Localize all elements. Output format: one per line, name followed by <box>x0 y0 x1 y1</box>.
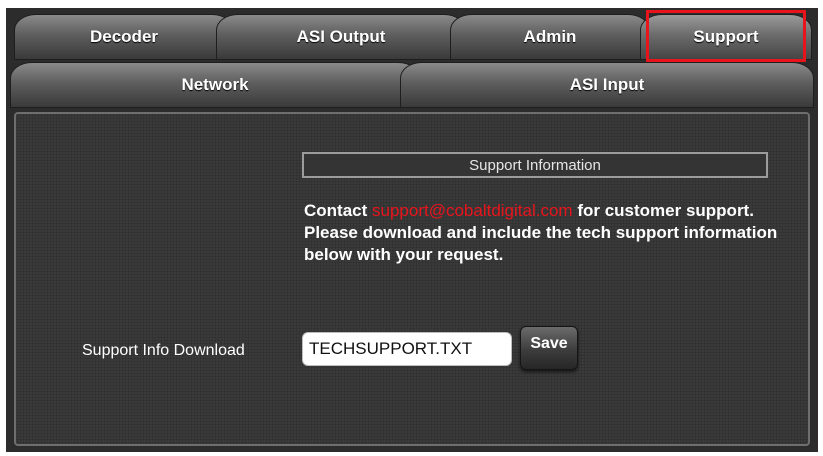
tab-support-label: Support <box>693 27 759 46</box>
support-panel: Support Information Contact support@coba… <box>14 112 810 446</box>
tab-admin-label: Admin <box>523 27 577 46</box>
save-button-label: Save <box>530 335 568 352</box>
support-info-header-label: Support Information <box>469 156 601 174</box>
support-info-download-label: Support Info Download <box>82 342 245 359</box>
tab-asi-output[interactable]: ASI Output <box>216 14 466 60</box>
support-email-link[interactable]: support@cobaltdigital.com <box>372 201 573 220</box>
tab-network-label: Network <box>181 75 249 94</box>
save-button[interactable]: Save <box>520 326 578 370</box>
tab-admin[interactable]: Admin <box>450 14 650 60</box>
contact-prefix: Contact <box>304 201 372 220</box>
support-contact-text: Contact support@cobaltdigital.com for cu… <box>304 200 784 266</box>
tab-decoder-label: Decoder <box>89 27 159 46</box>
tab-asi-input-label: ASI Input <box>569 75 645 94</box>
support-info-header: Support Information <box>302 152 768 178</box>
tab-asi-output-label: ASI Output <box>296 27 386 46</box>
support-filename-input[interactable] <box>302 332 512 366</box>
tab-support[interactable]: Support <box>640 14 812 60</box>
tab-network[interactable]: Network <box>10 62 420 108</box>
tab-decoder[interactable]: Decoder <box>14 14 234 60</box>
tab-asi-input[interactable]: ASI Input <box>400 62 814 108</box>
